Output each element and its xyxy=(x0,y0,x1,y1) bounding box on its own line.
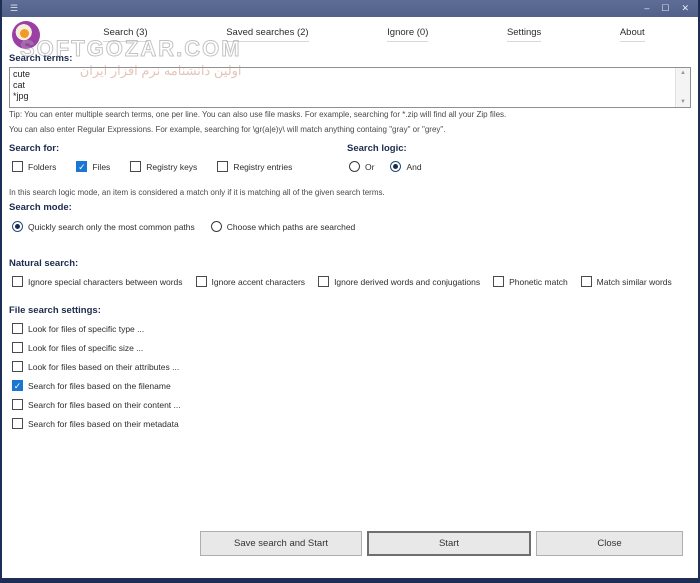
radio-label: Or xyxy=(365,162,374,172)
radio-quick-search[interactable]: Quickly search only the most common path… xyxy=(12,221,195,232)
checkbox-icon[interactable] xyxy=(196,276,207,287)
radio-label: Choose which paths are searched xyxy=(227,222,356,232)
checkbox-icon[interactable] xyxy=(217,161,228,172)
checkbox-icon[interactable] xyxy=(12,342,23,353)
checkbox-metadata[interactable]: Search for files based on their metadata xyxy=(12,414,181,433)
natural-search-label: Natural search: xyxy=(9,258,78,269)
tab-saved-searches[interactable]: Saved searches (2) xyxy=(226,27,308,42)
checkbox-filename[interactable]: Search for files based on the filename xyxy=(12,376,181,395)
tab-search[interactable]: Search (3) xyxy=(103,27,147,42)
checkbox-phonetic-match[interactable]: Phonetic match xyxy=(493,276,568,287)
radio-or[interactable]: Or xyxy=(349,161,374,172)
checkbox-icon[interactable] xyxy=(130,161,141,172)
start-button[interactable]: Start xyxy=(367,531,531,556)
checkbox-label: Ignore special characters between words xyxy=(28,277,183,287)
checkbox-icon[interactable] xyxy=(76,161,87,172)
natural-search-options: Ignore special characters between words … xyxy=(12,276,672,287)
radio-label: Quickly search only the most common path… xyxy=(28,222,195,232)
radio-and[interactable]: And xyxy=(390,161,421,172)
nav-bar: Search (3) Saved searches (2) Ignore (0)… xyxy=(2,17,698,52)
checkbox-specific-size[interactable]: Look for files of specific size ... xyxy=(12,338,181,357)
checkbox-icon[interactable] xyxy=(12,380,23,391)
close-dialog-button[interactable]: Close xyxy=(536,531,683,556)
checkbox-icon[interactable] xyxy=(318,276,329,287)
checkbox-label: Search for files based on their content … xyxy=(28,400,181,410)
search-logic-explanation: In this search logic mode, an item is co… xyxy=(9,188,385,197)
checkbox-label: Look for files of specific type ... xyxy=(28,324,144,334)
checkbox-registry-keys[interactable]: Registry keys xyxy=(130,161,197,172)
checkbox-label: Ignore derived words and conjugations xyxy=(334,277,480,287)
tab-strip: Search (3) Saved searches (2) Ignore (0)… xyxy=(64,27,684,42)
radio-icon[interactable] xyxy=(12,221,23,232)
checkbox-label: Ignore accent characters xyxy=(212,277,306,287)
scrollbar[interactable]: ▲ ▼ xyxy=(675,68,690,107)
checkbox-icon[interactable] xyxy=(12,399,23,410)
search-logic-label: Search logic: xyxy=(347,143,407,154)
search-mode-label: Search mode: xyxy=(9,202,72,213)
checkbox-folders[interactable]: Folders xyxy=(12,161,56,172)
close-button[interactable]: ✕ xyxy=(681,4,689,13)
checkbox-label: Files xyxy=(92,162,110,172)
maximize-button[interactable]: ☐ xyxy=(661,4,669,13)
search-mode-options: Quickly search only the most common path… xyxy=(12,221,355,232)
app-window: ☰ – ☐ ✕ Search (3) Saved searches (2) Ig… xyxy=(0,0,700,583)
tab-settings[interactable]: Settings xyxy=(507,27,541,42)
save-search-and-start-button[interactable]: Save search and Start xyxy=(200,531,362,556)
checkbox-label: Match similar words xyxy=(597,277,672,287)
tab-about[interactable]: About xyxy=(620,27,645,42)
title-bar: ☰ – ☐ ✕ xyxy=(2,0,698,17)
checkbox-icon[interactable] xyxy=(581,276,592,287)
checkbox-label: Registry keys xyxy=(146,162,197,172)
checkbox-match-similar-words[interactable]: Match similar words xyxy=(581,276,672,287)
radio-icon[interactable] xyxy=(390,161,401,172)
search-terms-input[interactable]: cute cat *jpg xyxy=(10,68,675,107)
menu-icon[interactable]: ☰ xyxy=(10,4,18,13)
radio-icon[interactable] xyxy=(349,161,360,172)
checkbox-label: Look for files based on their attributes… xyxy=(28,362,179,372)
window-controls: – ☐ ✕ xyxy=(644,4,689,13)
checkbox-label: Search for files based on their metadata xyxy=(28,419,179,429)
regex-tip: You can also enter Regular Expressions. … xyxy=(9,125,445,134)
checkbox-icon[interactable] xyxy=(12,276,23,287)
checkbox-ignore-derived-words[interactable]: Ignore derived words and conjugations xyxy=(318,276,480,287)
checkbox-label: Registry entries xyxy=(233,162,292,172)
checkbox-specific-type[interactable]: Look for files of specific type ... xyxy=(12,319,181,338)
search-for-options: Folders Files Registry keys Registry ent… xyxy=(12,161,292,172)
footer-button-row: Save search and Start Start Close xyxy=(200,531,683,556)
radio-choose-paths[interactable]: Choose which paths are searched xyxy=(211,221,356,232)
checkbox-label: Search for files based on the filename xyxy=(28,381,171,391)
checkbox-label: Folders xyxy=(28,162,56,172)
checkbox-ignore-accents[interactable]: Ignore accent characters xyxy=(196,276,306,287)
radio-label: And xyxy=(406,162,421,172)
checkbox-icon[interactable] xyxy=(12,323,23,334)
search-for-label: Search for: xyxy=(9,143,59,154)
scroll-up-icon[interactable]: ▲ xyxy=(676,68,690,78)
search-terms-tip: Tip: You can enter multiple search terms… xyxy=(9,110,506,119)
file-search-settings-options: Look for files of specific type ... Look… xyxy=(12,319,181,433)
checkbox-ignore-special-chars[interactable]: Ignore special characters between words xyxy=(12,276,183,287)
checkbox-icon[interactable] xyxy=(12,418,23,429)
checkbox-content[interactable]: Search for files based on their content … xyxy=(12,395,181,414)
radio-icon[interactable] xyxy=(211,221,222,232)
checkbox-registry-entries[interactable]: Registry entries xyxy=(217,161,292,172)
checkbox-icon[interactable] xyxy=(12,361,23,372)
app-logo-icon xyxy=(12,21,40,49)
checkbox-icon[interactable] xyxy=(12,161,23,172)
checkbox-icon[interactable] xyxy=(493,276,504,287)
checkbox-label: Phonetic match xyxy=(509,277,568,287)
checkbox-label: Look for files of specific size ... xyxy=(28,343,143,353)
tab-ignore[interactable]: Ignore (0) xyxy=(387,27,428,42)
scroll-down-icon[interactable]: ▼ xyxy=(676,97,690,107)
checkbox-files[interactable]: Files xyxy=(76,161,110,172)
checkbox-attributes[interactable]: Look for files based on their attributes… xyxy=(12,357,181,376)
search-logic-options: Or And xyxy=(349,161,422,172)
file-search-settings-label: File search settings: xyxy=(9,305,101,316)
search-terms-label: Search terms: xyxy=(9,53,72,64)
minimize-button[interactable]: – xyxy=(644,4,649,13)
search-terms-box: cute cat *jpg ▲ ▼ xyxy=(9,67,691,108)
